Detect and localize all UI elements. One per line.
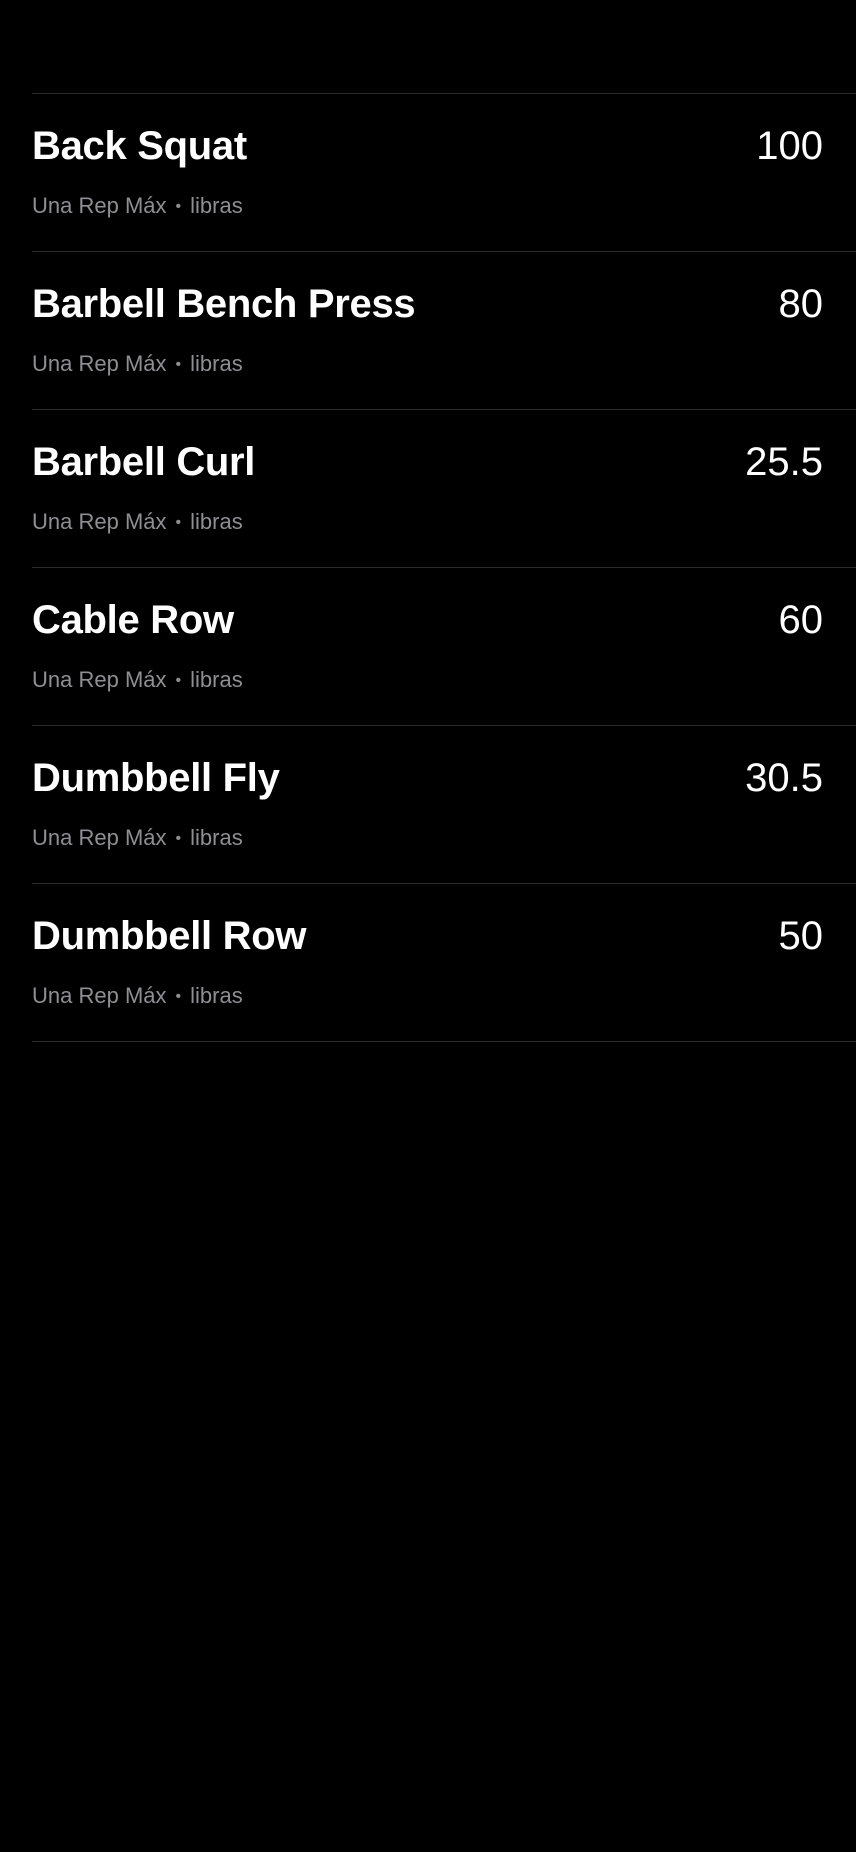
exercise-value: 30.5 xyxy=(745,756,823,800)
list-item[interactable]: Dumbbell Fly 30.5 Una Rep Máx • libras xyxy=(32,726,856,884)
bullet-separator: • xyxy=(175,988,182,1005)
exercise-subtitle: Una Rep Máx • libras xyxy=(32,985,243,1007)
exercise-value: 80 xyxy=(778,282,824,326)
record-type: Una Rep Máx xyxy=(32,983,167,1008)
exercise-value: 60 xyxy=(778,598,824,642)
exercise-subtitle: Una Rep Máx • libras xyxy=(32,353,243,375)
exercise-name: Back Squat xyxy=(32,124,247,168)
exercise-value: 25.5 xyxy=(745,440,823,484)
exercise-subtitle: Una Rep Máx • libras xyxy=(32,511,243,533)
bullet-separator: • xyxy=(175,830,182,847)
unit-label: libras xyxy=(190,509,243,534)
exercise-name: Dumbbell Fly xyxy=(32,756,280,800)
list-item[interactable]: Back Squat 100 Una Rep Máx • libras xyxy=(32,94,856,252)
unit-label: libras xyxy=(190,825,243,850)
list-item[interactable]: Barbell Bench Press 80 Una Rep Máx • libra… xyxy=(32,252,856,410)
list-item[interactable]: Cable Row 60 Una Rep Máx • libras xyxy=(32,568,856,726)
exercise-name: Dumbbell Row xyxy=(32,914,307,958)
exercise-name: Barbell Curl xyxy=(32,440,256,484)
exercise-subtitle: Una Rep Máx • libras xyxy=(32,827,243,849)
exercise-subtitle: Una Rep Máx • libras xyxy=(32,669,243,691)
exercise-name: Cable Row xyxy=(32,598,234,642)
bullet-separator: • xyxy=(175,356,182,373)
unit-label: libras xyxy=(190,667,243,692)
bullet-separator: • xyxy=(175,672,182,689)
bullet-separator: • xyxy=(175,514,182,531)
unit-label: libras xyxy=(190,351,243,376)
bullet-separator: • xyxy=(175,198,182,215)
exercise-subtitle: Una Rep Máx • libras xyxy=(32,195,243,217)
list-item[interactable]: Barbell Curl 25.5 Una Rep Máx • libras xyxy=(32,410,856,568)
exercise-list: Back Squat 100 Una Rep Máx • libras Barbel… xyxy=(32,93,856,1042)
unit-label: libras xyxy=(190,193,243,218)
record-type: Una Rep Máx xyxy=(32,351,167,376)
record-type: Una Rep Máx xyxy=(32,509,167,534)
top-spacer xyxy=(0,0,856,93)
record-type: Una Rep Máx xyxy=(32,825,167,850)
record-type: Una Rep Máx xyxy=(32,193,167,218)
unit-label: libras xyxy=(190,983,243,1008)
record-type: Una Rep Máx xyxy=(32,667,167,692)
exercise-value: 100 xyxy=(756,124,823,168)
list-item[interactable]: Dumbbell Row 50 Una Rep Máx • libras xyxy=(32,884,856,1042)
exercise-name: Barbell Bench Press xyxy=(32,282,416,326)
exercise-value: 50 xyxy=(778,914,824,958)
